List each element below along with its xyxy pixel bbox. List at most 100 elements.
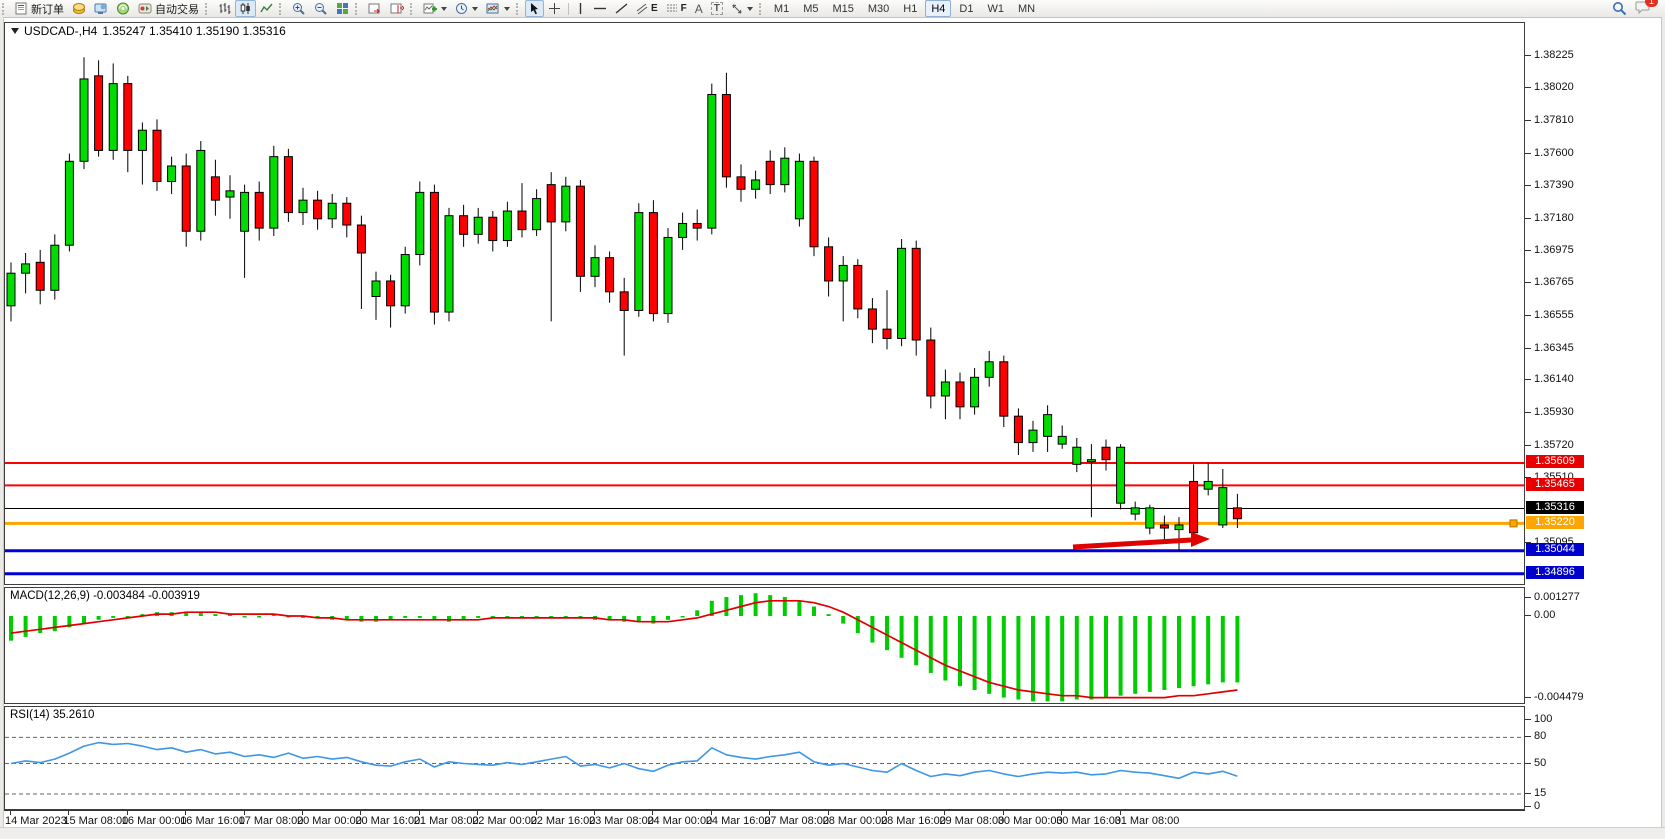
bear-candle	[1102, 447, 1110, 459]
new-order-button[interactable]: 新订单	[11, 0, 68, 17]
bear-candle	[912, 248, 920, 340]
bear-candle	[314, 200, 322, 219]
toolbar-grip[interactable]	[279, 3, 285, 15]
autotrading-button[interactable]: 自动交易	[134, 0, 203, 17]
trendline-tool-button[interactable]	[611, 0, 632, 17]
orange-line-handle[interactable]	[1510, 520, 1517, 527]
vertical-line-tool-button[interactable]	[572, 0, 589, 17]
price-chart-pane[interactable]	[4, 22, 1525, 585]
bull-candle	[22, 264, 30, 273]
bear-candle	[1014, 416, 1022, 442]
bull-candle	[1146, 508, 1154, 528]
price-tick-mark	[1525, 218, 1531, 219]
candlestick-chart-button[interactable]	[235, 0, 256, 17]
text-tool-button[interactable]: A	[691, 0, 707, 17]
auto-scroll-button[interactable]	[364, 0, 386, 17]
fibonacci-icon	[666, 3, 678, 14]
zoom-in-icon	[292, 2, 306, 15]
crosshair-tool-button[interactable]	[544, 0, 565, 17]
toolbar-grip[interactable]	[2, 3, 8, 15]
price-pane-canvas[interactable]	[5, 23, 1524, 584]
macd-pane-canvas[interactable]	[5, 588, 1524, 703]
toolbar-grip[interactable]	[516, 3, 522, 15]
toolbar-grip[interactable]	[355, 3, 361, 15]
zoom-in-button[interactable]	[288, 0, 310, 17]
macd-histogram-bar	[97, 616, 101, 620]
market-depth-button[interactable]	[68, 0, 90, 17]
rsi-axis[interactable]: 1008050150	[1525, 706, 1661, 810]
horizontal-line-tool-button[interactable]	[589, 0, 611, 17]
macd-histogram-bar	[447, 616, 451, 622]
bull-candle	[1219, 488, 1227, 525]
rsi-indicator-pane[interactable]	[4, 706, 1525, 810]
toolbar-grip[interactable]	[759, 3, 765, 15]
time-axis-label: 20 Mar 00:00	[297, 815, 362, 827]
new-chart-button[interactable]	[419, 0, 451, 17]
rsi-tick-mark	[1525, 719, 1531, 720]
macd-tick-label: 0.00	[1534, 609, 1555, 621]
signals-button[interactable]	[112, 0, 134, 17]
bear-candle	[927, 340, 935, 396]
bear-candle	[576, 186, 584, 276]
bull-candle	[1058, 436, 1066, 444]
toolbar-right-group: 1	[1612, 0, 1665, 17]
timeframe-button-mn[interactable]: MN	[1012, 0, 1041, 17]
timeframes-menu-button[interactable]	[451, 0, 482, 17]
timeframe-button-d1[interactable]: D1	[953, 0, 979, 17]
rsi-tick-label: 0	[1534, 800, 1540, 812]
time-axis-label: 27 Mar 08:00	[764, 815, 829, 827]
time-axis-label: 31 Mar 08:00	[1115, 815, 1180, 827]
toolbar-grip[interactable]	[410, 3, 416, 15]
chat-unread-badge: 1	[1645, 0, 1658, 7]
time-axis[interactable]: 14 Mar 202315 Mar 08:0016 Mar 00:0016 Ma…	[4, 810, 1525, 827]
timeframe-button-h4[interactable]: H4	[925, 0, 951, 17]
macd-histogram-bar	[38, 616, 42, 633]
zoom-out-button[interactable]	[310, 0, 332, 17]
bull-candle	[1204, 481, 1212, 489]
macd-tick-mark	[1525, 597, 1531, 598]
timeframe-button-h1[interactable]: H1	[897, 0, 923, 17]
timeframe-button-m15[interactable]: M15	[826, 0, 859, 17]
macd-histogram-bar	[1060, 616, 1064, 701]
channel-tool-button[interactable]: E	[632, 0, 662, 17]
bar-chart-button[interactable]	[214, 0, 235, 17]
chart-shift-button[interactable]	[386, 0, 408, 17]
cursor-tool-button[interactable]	[525, 0, 544, 17]
timeframe-button-m5[interactable]: M5	[797, 0, 824, 17]
bull-candle	[51, 245, 59, 290]
bear-candle	[722, 94, 730, 176]
bull-candle	[839, 265, 847, 281]
timeframe-button-m30[interactable]: M30	[862, 0, 895, 17]
macd-tick-label: 0.001277	[1534, 591, 1580, 603]
price-tick-mark	[1525, 120, 1531, 121]
macd-axis[interactable]: 0.0012770.00-0.004479	[1525, 587, 1661, 704]
timeframe-button-w1[interactable]: W1	[981, 0, 1010, 17]
macd-histogram-bar	[900, 616, 904, 658]
macd-histogram-bar	[374, 616, 378, 622]
chart-window-button[interactable]	[90, 0, 112, 17]
fibonacci-tool-button[interactable]: F	[662, 0, 691, 17]
symbol-dropdown-icon[interactable]	[11, 28, 19, 34]
label-tool-button[interactable]: T	[707, 0, 727, 17]
chat-button[interactable]: 1	[1635, 0, 1651, 17]
rsi-tick-mark	[1525, 736, 1531, 737]
macd-indicator-pane[interactable]	[4, 587, 1525, 704]
tile-windows-button[interactable]	[332, 0, 353, 17]
price-axis[interactable]: 1.382251.380201.378101.376001.373901.371…	[1525, 22, 1661, 585]
rsi-pane-canvas[interactable]	[5, 707, 1524, 809]
bull-candle	[401, 255, 409, 306]
bull-candle	[898, 248, 906, 338]
bear-candle	[883, 329, 891, 338]
toolbar-grip[interactable]	[205, 3, 211, 15]
templates-button[interactable]	[482, 0, 514, 17]
arrows-tool-button[interactable]	[727, 0, 757, 17]
search-icon[interactable]	[1612, 1, 1627, 16]
macd-histogram-bar	[812, 607, 816, 616]
trend-arrow-annotation[interactable]	[1073, 540, 1191, 547]
time-axis-label: 30 Mar 16:00	[1056, 815, 1121, 827]
bull-candle	[1044, 415, 1052, 437]
timeframe-button-m1[interactable]: M1	[768, 0, 795, 17]
time-axis-label: 22 Mar 00:00	[472, 815, 537, 827]
line-chart-button[interactable]	[256, 0, 277, 17]
bear-candle	[1160, 525, 1168, 528]
